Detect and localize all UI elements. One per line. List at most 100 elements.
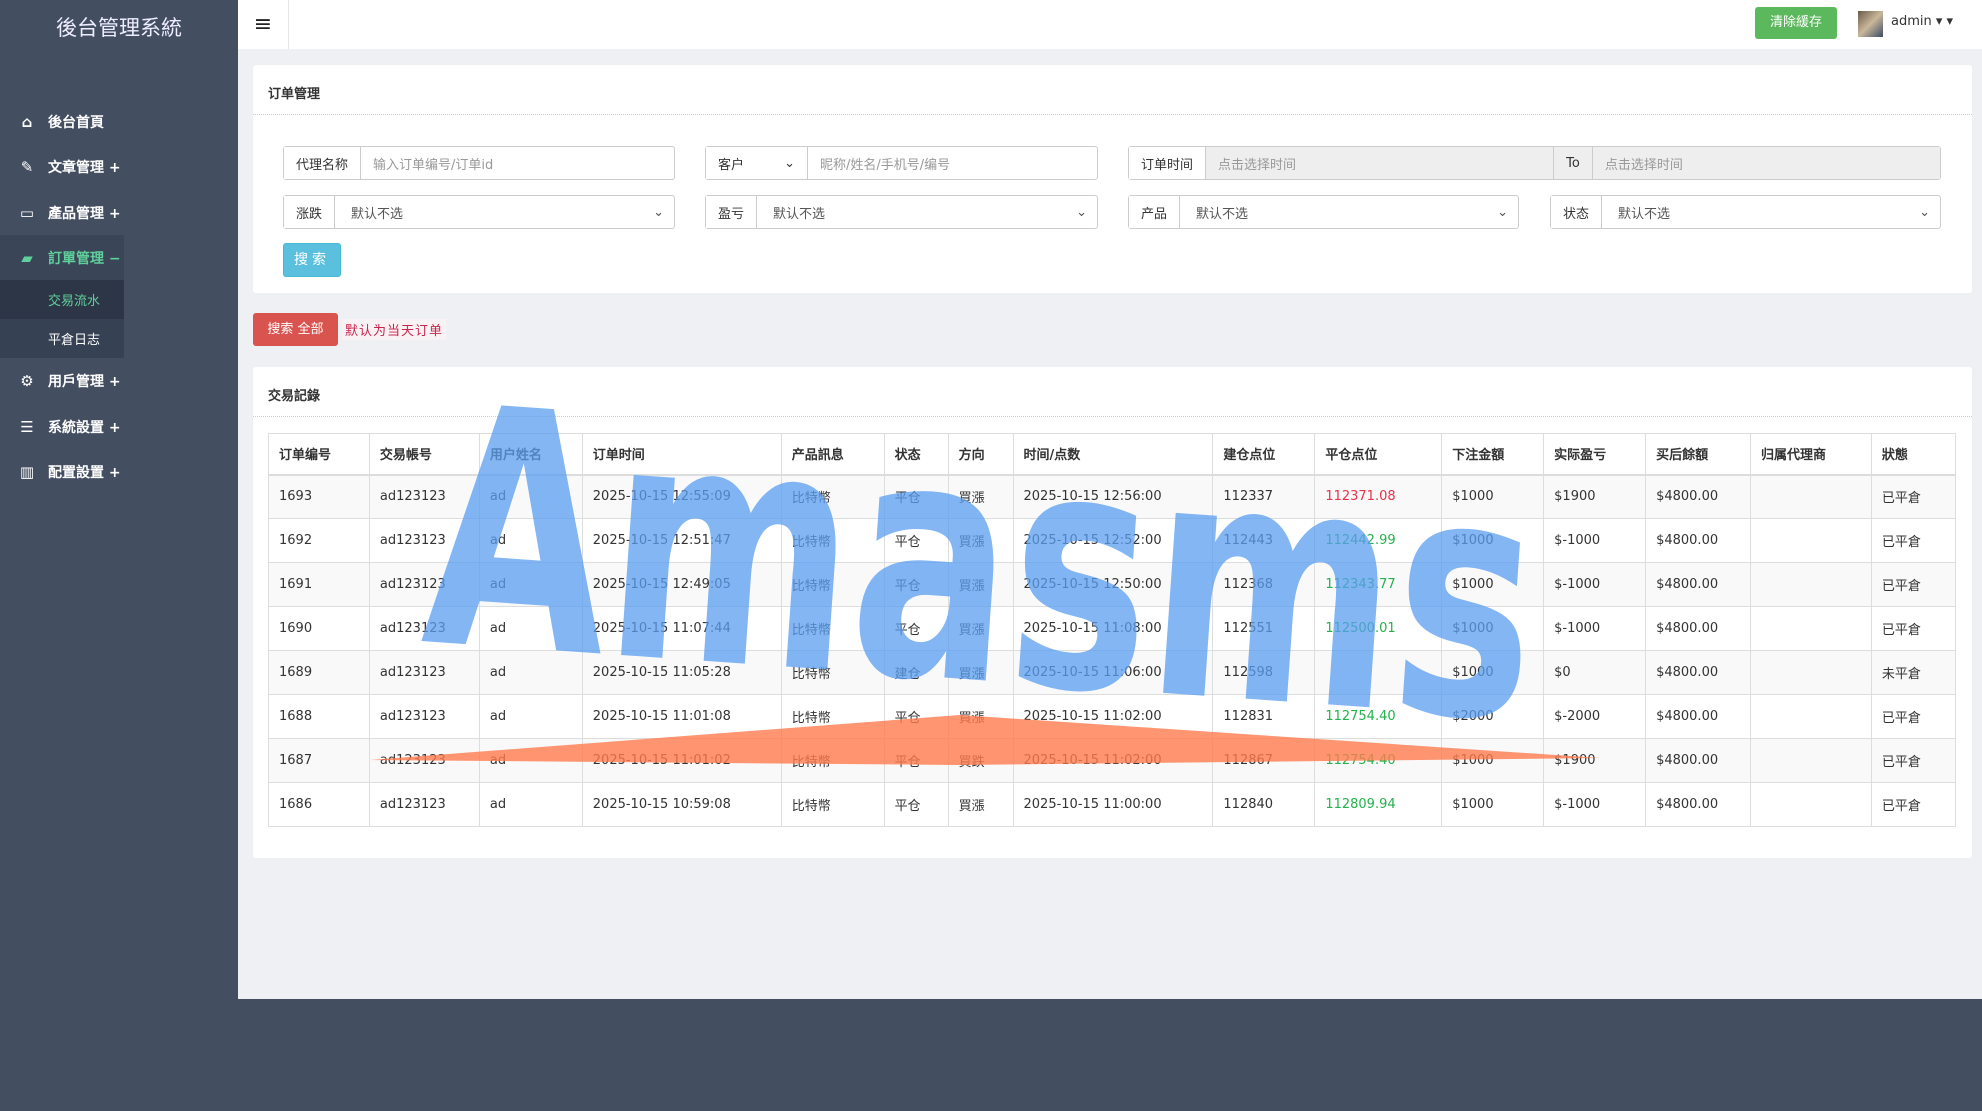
divider xyxy=(253,416,1972,417)
table-cell: 2025-10-15 10:59:08 xyxy=(581,782,782,827)
table-cell: $4800.00 xyxy=(1645,694,1752,739)
table-cell: 2025-10-15 12:49:05 xyxy=(581,562,782,607)
status-filter: 状态 默认不选 ⌄ xyxy=(1550,195,1941,229)
table-cell: 112840 xyxy=(1212,782,1316,827)
search-note: 默认为当天订单 xyxy=(342,319,447,340)
column-header: 用户姓名 xyxy=(478,433,583,476)
table-cell: $4800.00 xyxy=(1645,606,1752,651)
table-cell: $4800.00 xyxy=(1645,562,1752,607)
sidebar-item-users[interactable]: ⚙ 用戶管理 + xyxy=(0,358,121,403)
app-title: 後台管理系統 xyxy=(56,16,182,40)
table-cell: 112598 xyxy=(1212,650,1316,695)
sidebar-subitem-trades[interactable]: 交易流水 xyxy=(0,280,124,319)
table-cell: 2025-10-15 11:06:00 xyxy=(1012,650,1214,695)
table-row: 1688 ad123123 ad 2025-10-15 11:01:08 比特幣 平仓 買漲… xyxy=(268,694,1957,739)
sidebar: 後台管理系統 ⌂ 後台首頁 ✎ 文章管理 + ▭ 產品管理 + ▰ 訂單管理 − 交易流… xyxy=(0,0,238,1111)
table-cell: 2025-10-15 11:08:00 xyxy=(1012,606,1214,651)
customer-filter: 客户 ⌄ 昵称/姓名/手机号/编号 xyxy=(705,146,1098,180)
table-cell: 112831 xyxy=(1212,694,1316,739)
table-cell: ad123123 xyxy=(368,738,480,783)
server-icon: ☰ xyxy=(20,417,34,436)
agent-input[interactable]: 输入订单编号/订单id xyxy=(361,147,674,179)
sidebar-item-home[interactable]: ⌂ 後台首頁 xyxy=(0,99,104,144)
table-cell: $1900 xyxy=(1543,738,1647,783)
product-select[interactable]: 默认不选 ⌄ xyxy=(1180,196,1518,228)
table-cell: 1690 xyxy=(268,606,370,651)
pencil-icon: ✎ xyxy=(20,157,34,176)
sidebar-item-products[interactable]: ▭ 產品管理 + xyxy=(0,190,121,235)
table-cell: 買漲 xyxy=(947,562,1014,607)
table-cell: 比特幣 xyxy=(780,518,885,563)
clear-cache-button[interactable]: 清除緩存 xyxy=(1755,7,1837,39)
table-cell: 平仓 xyxy=(883,694,949,739)
table-cell: 112443 xyxy=(1212,518,1316,563)
time-from-input[interactable]: 点击选择时间 xyxy=(1206,147,1554,179)
table-cell: 比特幣 xyxy=(780,650,885,695)
search-button[interactable]: 搜索 xyxy=(283,243,341,277)
column-header: 买后餘額 xyxy=(1645,433,1752,476)
table-cell: 比特幣 xyxy=(780,606,885,651)
panel-title: 交易記錄 xyxy=(268,389,321,404)
table-cell: $4800.00 xyxy=(1645,650,1752,695)
pnl-select[interactable]: 默认不选 ⌄ xyxy=(757,196,1097,228)
chevron-down-icon: ⌄ xyxy=(653,204,664,220)
chevron-down-icon: ⌄ xyxy=(784,155,795,171)
rise-select-value: 默认不选 xyxy=(351,206,404,222)
customer-input[interactable]: 昵称/姓名/手机号/编号 xyxy=(808,147,1097,179)
home-icon: ⌂ xyxy=(21,112,33,131)
table-cell: 建仓 xyxy=(883,650,949,695)
table-cell: 2025-10-15 12:50:00 xyxy=(1012,562,1214,607)
table-cell: 已平倉 xyxy=(1870,694,1957,739)
table-cell: 未平倉 xyxy=(1870,650,1957,695)
table-cell: 112371.08 xyxy=(1314,474,1443,519)
table-cell xyxy=(1750,518,1872,563)
chevron-down-icon: ⌄ xyxy=(1919,204,1930,220)
chevron-down-icon: ⌄ xyxy=(1076,204,1087,220)
divider xyxy=(253,114,1972,115)
sidebar-item-articles[interactable]: ✎ 文章管理 + xyxy=(0,144,121,189)
column-header: 下注金額 xyxy=(1441,433,1545,476)
pnl-select-value: 默认不选 xyxy=(773,206,826,222)
column-header: 建仓点位 xyxy=(1212,433,1316,476)
table-cell: 買漲 xyxy=(947,694,1014,739)
column-header: 归属代理商 xyxy=(1750,433,1872,476)
status-select[interactable]: 默认不选 ⌄ xyxy=(1602,196,1940,228)
sidebar-item-label: 用戶管理 + xyxy=(48,373,121,390)
table-cell: 2025-10-15 12:52:00 xyxy=(1012,518,1214,563)
user-menu[interactable]: admin ▾ ▾ xyxy=(1891,14,1953,29)
menu-toggle-icon[interactable]: ≡ xyxy=(238,0,289,49)
table-cell: 1688 xyxy=(268,694,370,739)
sidebar-item-system[interactable]: ☰ 系統設置 + xyxy=(0,404,120,449)
avatar[interactable] xyxy=(1858,11,1883,37)
product-select-value: 默认不选 xyxy=(1196,206,1249,222)
search-all-button[interactable]: 搜索 全部 xyxy=(253,313,338,346)
rise-select[interactable]: 默认不选 ⌄ xyxy=(335,196,674,228)
table-cell: 1691 xyxy=(268,562,370,607)
table-cell: 2025-10-15 12:55:09 xyxy=(581,474,782,519)
table-cell: 112442.99 xyxy=(1314,518,1443,563)
table-cell: 112500.01 xyxy=(1314,606,1443,651)
table-cell: 2025-10-15 12:56:00 xyxy=(1012,474,1214,519)
table-cell: 比特幣 xyxy=(780,694,885,739)
status-label: 状态 xyxy=(1551,196,1603,228)
records-table: 订单编号 交易帳号 用户姓名 订单时间 产品訊息 状态 方向 时间/点数 建仓点位 平仓点位 下注金… xyxy=(268,433,1957,827)
pnl-label: 盈亏 xyxy=(706,196,758,228)
sidebar-item-orders[interactable]: ▰ 訂單管理 − xyxy=(0,235,124,280)
time-to-input[interactable]: 点击选择时间 xyxy=(1592,147,1941,179)
sidebar-subitem-close-log[interactable]: 平倉日志 xyxy=(0,319,124,358)
table-cell: $-1000 xyxy=(1543,562,1647,607)
table-cell: 112337 xyxy=(1212,474,1316,519)
sidebar-item-config[interactable]: ▥ 配置設置 + xyxy=(0,449,121,494)
table-cell: $4800.00 xyxy=(1645,474,1752,519)
table-cell: $-2000 xyxy=(1543,694,1647,739)
product-filter: 产品 默认不选 ⌄ xyxy=(1128,195,1519,229)
table-cell xyxy=(1750,562,1872,607)
column-header: 产品訊息 xyxy=(780,433,885,476)
table-cell: 1693 xyxy=(268,474,370,519)
rise-filter: 涨跌 默认不选 ⌄ xyxy=(283,195,675,229)
table-row: 1693 ad123123 ad 2025-10-15 12:55:09 比特幣 平仓 買漲… xyxy=(268,474,1957,519)
table-cell: 已平倉 xyxy=(1870,606,1957,651)
customer-select[interactable]: 客户 ⌄ xyxy=(706,147,808,179)
table-cell: $4800.00 xyxy=(1645,738,1752,783)
table-cell: 2025-10-15 11:07:44 xyxy=(581,606,782,651)
